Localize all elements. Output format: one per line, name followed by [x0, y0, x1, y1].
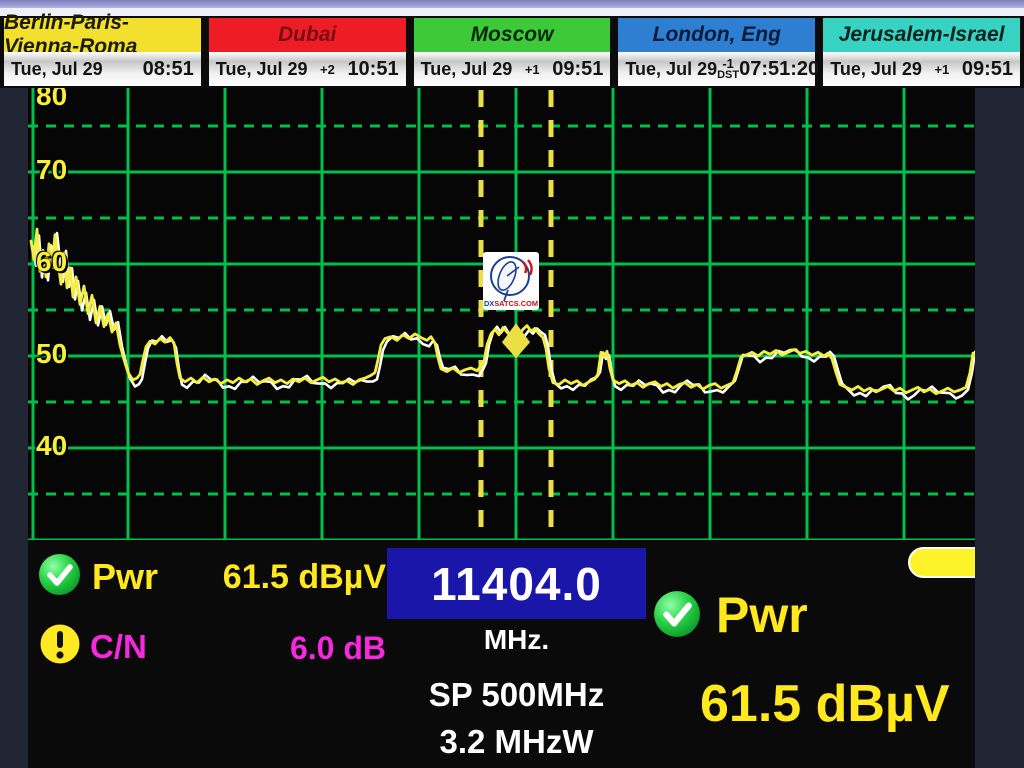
frequency-display: 11404.0: [387, 548, 646, 619]
y-axis-tick-80: 80: [36, 88, 67, 110]
cn-label: C/N: [90, 628, 147, 666]
cn-value: 6.0 dB: [158, 630, 386, 667]
y-axis-tick-40: 40: [36, 432, 67, 460]
clock-date: Tue, Jul 29: [830, 59, 922, 80]
clock-utc-offset: +1: [512, 63, 552, 76]
y-axis-tick-70: 70: [36, 156, 67, 184]
clock-time: 07:51:20: [739, 58, 819, 81]
yellow-function-button[interactable]: [908, 547, 975, 578]
bandwidth-readout: 3.2 MHzW: [387, 723, 646, 761]
spectrum-plot: [28, 88, 975, 540]
pwr-ok-check-icon: [38, 553, 81, 596]
logo-text: DXSATCS.COM: [484, 299, 538, 308]
span-readout: SP 500MHz: [387, 676, 646, 714]
clock-city-label: Berlin-Paris-Vienna-Roma: [4, 18, 201, 52]
clock-datetime-row: Tue, Jul 29+210:51: [209, 52, 406, 86]
clock-city-label: Moscow: [414, 18, 611, 52]
clock-datetime-row: Tue, Jul 29+109:51: [823, 52, 1020, 86]
clock-time: 09:51: [552, 58, 603, 81]
pwr-big-label: Pwr: [716, 586, 808, 644]
clock-city-label: Jerusalem-Israel: [823, 18, 1020, 52]
clock-date: Tue, Jul 29: [216, 59, 308, 80]
satmeter-screen: { "clockbar": { "cells": [ {"city":"Berl…: [0, 0, 1024, 768]
clock-datetime-row: Tue, Jul 29 08:51: [4, 52, 201, 86]
y-axis-tick-60: 60: [36, 248, 67, 276]
clock-cell-dubai: DubaiTue, Jul 29+210:51: [207, 16, 408, 88]
clock-utc-offset: -1DST: [717, 57, 739, 81]
y-axis-tick-50: 50: [36, 340, 67, 368]
analyzer-panel: 80 70 60 50 40 DXSATCS.COM Pwr 61.5 dBµV: [28, 88, 975, 768]
clock-date: Tue, Jul 29: [421, 59, 513, 80]
clock-time: 10:51: [347, 58, 398, 81]
clock-cell-london-eng: London, EngTue, Jul 29-1DST07:51:20: [616, 16, 817, 88]
main-display-area: 80 70 60 50 40 DXSATCS.COM Pwr 61.5 dBµV: [0, 88, 1024, 768]
frequency-value: 11404.0: [431, 557, 602, 611]
readout-panel: Pwr 61.5 dBµV 11404.0 MHz. C/N 6.0 dB SP…: [28, 540, 975, 768]
clock-datetime-row: Tue, Jul 29-1DST07:51:20: [618, 52, 815, 86]
clock-date: Tue, Jul 29: [625, 59, 717, 80]
clock-cell-jerusalem-israel: Jerusalem-IsraelTue, Jul 29+109:51: [821, 16, 1022, 88]
clock-utc-offset: +2: [308, 63, 348, 76]
clock-cell-berlin-paris-vienna-roma: Berlin-Paris-Vienna-Roma Tue, Jul 29 08:51: [2, 16, 203, 88]
pwr-value: 61.5 dBµV: [158, 558, 386, 597]
frequency-units: MHz.: [387, 624, 646, 656]
cn-warning-icon: [40, 624, 80, 664]
pwr-big-value: 61.5 dBµV: [700, 674, 950, 734]
clock-time: 08:51: [143, 58, 194, 81]
clock-city-label: Dubai: [209, 18, 406, 52]
clock-date: Tue, Jul 29: [11, 59, 103, 80]
clock-utc-offset: +1: [922, 63, 962, 76]
top-lavender-strip: [0, 0, 1024, 8]
clock-cell-moscow: MoscowTue, Jul 29+109:51: [412, 16, 613, 88]
pwr-label: Pwr: [92, 556, 158, 598]
clock-city-label: London, Eng: [618, 18, 815, 52]
clock-datetime-row: Tue, Jul 29+109:51: [414, 52, 611, 86]
world-clock-bar: Berlin-Paris-Vienna-Roma Tue, Jul 29 08:51…: [0, 16, 1024, 88]
dxsatcs-logo: DXSATCS.COM: [483, 252, 539, 310]
clock-time: 09:51: [962, 58, 1013, 81]
pwr-ok-check-icon-large: [653, 590, 701, 638]
